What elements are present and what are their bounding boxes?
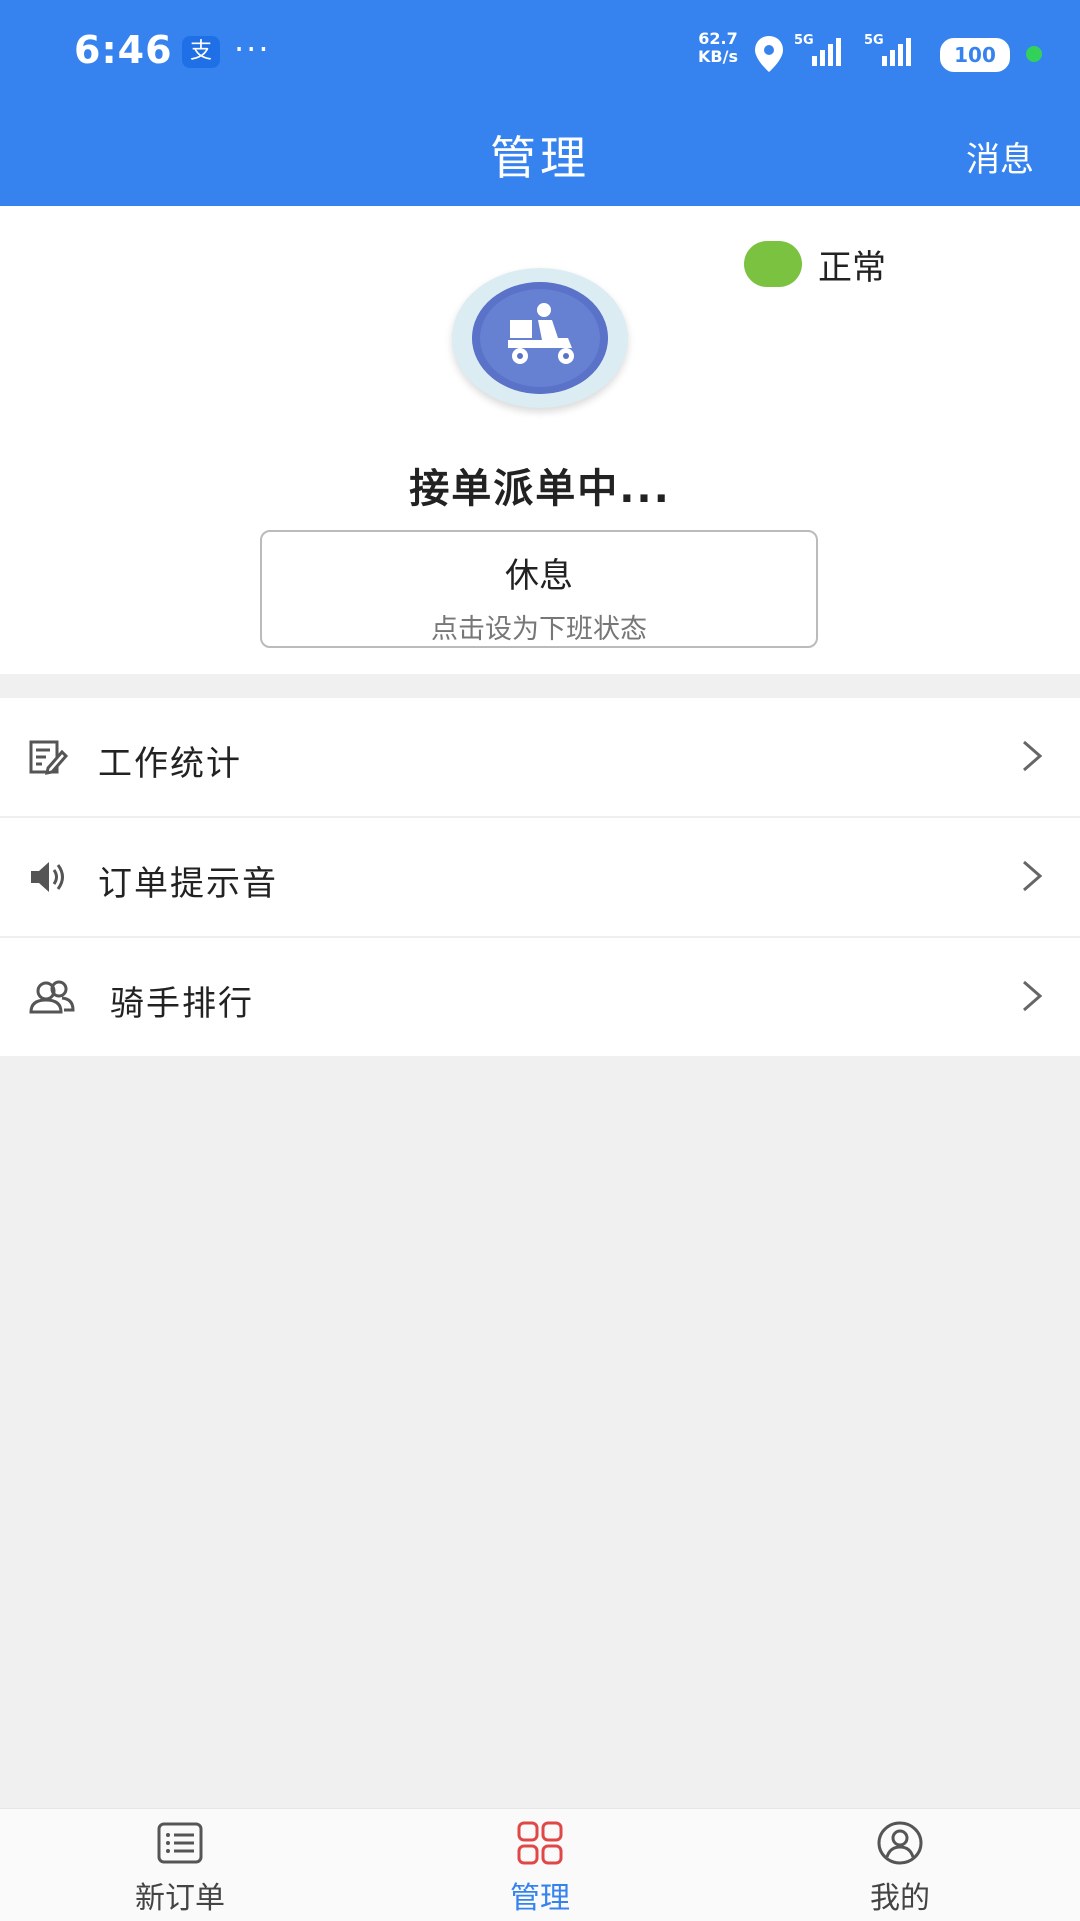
alipay-notification-icon: 支: [182, 36, 220, 68]
status-dot: [744, 241, 802, 287]
speaker-icon: [31, 862, 64, 892]
more-notifications-icon: ···: [234, 30, 271, 68]
grid-icon: [517, 1821, 563, 1865]
chevron-right-icon: [1023, 980, 1043, 1012]
menu-item-order-sound[interactable]: 订单提示音: [0, 818, 1080, 938]
page-title: 管理: [490, 131, 590, 185]
bottom-nav: 新订单 管理 我的: [0, 1808, 1080, 1921]
menu-item-label: 骑手排行: [110, 984, 254, 1024]
rest-button-label: 休息: [505, 556, 573, 596]
status-time: 6:46: [74, 28, 173, 72]
signal-icon-1: 5G: [794, 33, 841, 66]
delivery-scooter-icon: [472, 282, 608, 394]
net-speed-value: 62.7: [698, 29, 738, 48]
net-speed-unit: KB/s: [698, 47, 738, 66]
work-status: 正常: [744, 240, 886, 288]
rest-button[interactable]: 休息 点击设为下班状态: [260, 530, 818, 648]
users-icon: [29, 980, 75, 1014]
menu-item-label: 工作统计: [98, 744, 242, 784]
menu-item-work-stats[interactable]: 工作统计: [0, 698, 1080, 818]
profile-card: 正常 接单派单中... 休息 点击设为下班状态: [0, 206, 1080, 674]
menu-item-rider-ranking[interactable]: 骑手排行: [0, 938, 1080, 1056]
chevron-right-icon: [1023, 860, 1043, 892]
menu-list: 工作统计 订单提示音 骑手排行: [0, 698, 1080, 1056]
menu-item-label: 订单提示音: [98, 864, 278, 904]
signal-label-2: 5G: [864, 33, 884, 48]
edit-icon: [29, 740, 68, 775]
tab-label: 新订单: [135, 1881, 225, 1916]
tab-management[interactable]: 管理: [440, 1809, 640, 1921]
list-icon: [157, 1822, 203, 1864]
top-bar: 6:46 支 ··· 62.7 KB/s 5G 5G 100 管理 消息: [0, 0, 1080, 206]
active-indicator-dot: [1026, 46, 1042, 62]
dispatch-status-text: 接单派单中...: [409, 466, 671, 512]
rest-button-subtitle: 点击设为下班状态: [431, 614, 647, 645]
tab-mine[interactable]: 我的: [800, 1809, 1000, 1921]
messages-button[interactable]: 消息: [966, 132, 1034, 181]
status-bar: 6:46 支 ··· 62.7 KB/s 5G 5G 100: [0, 0, 1080, 100]
tab-label: 管理: [510, 1881, 570, 1916]
chevron-right-icon: [1023, 740, 1043, 772]
tab-new-orders[interactable]: 新订单: [80, 1809, 280, 1921]
status-text: 正常: [818, 247, 886, 288]
user-icon: [877, 1821, 923, 1865]
tab-label: 我的: [870, 1881, 930, 1916]
net-speed: 62.7 KB/s: [690, 30, 746, 66]
location-icon: [755, 36, 783, 72]
battery-indicator: 100: [940, 38, 1010, 72]
signal-icon-2: 5G: [864, 33, 911, 66]
signal-label-1: 5G: [794, 33, 814, 48]
avatar: [452, 268, 628, 408]
